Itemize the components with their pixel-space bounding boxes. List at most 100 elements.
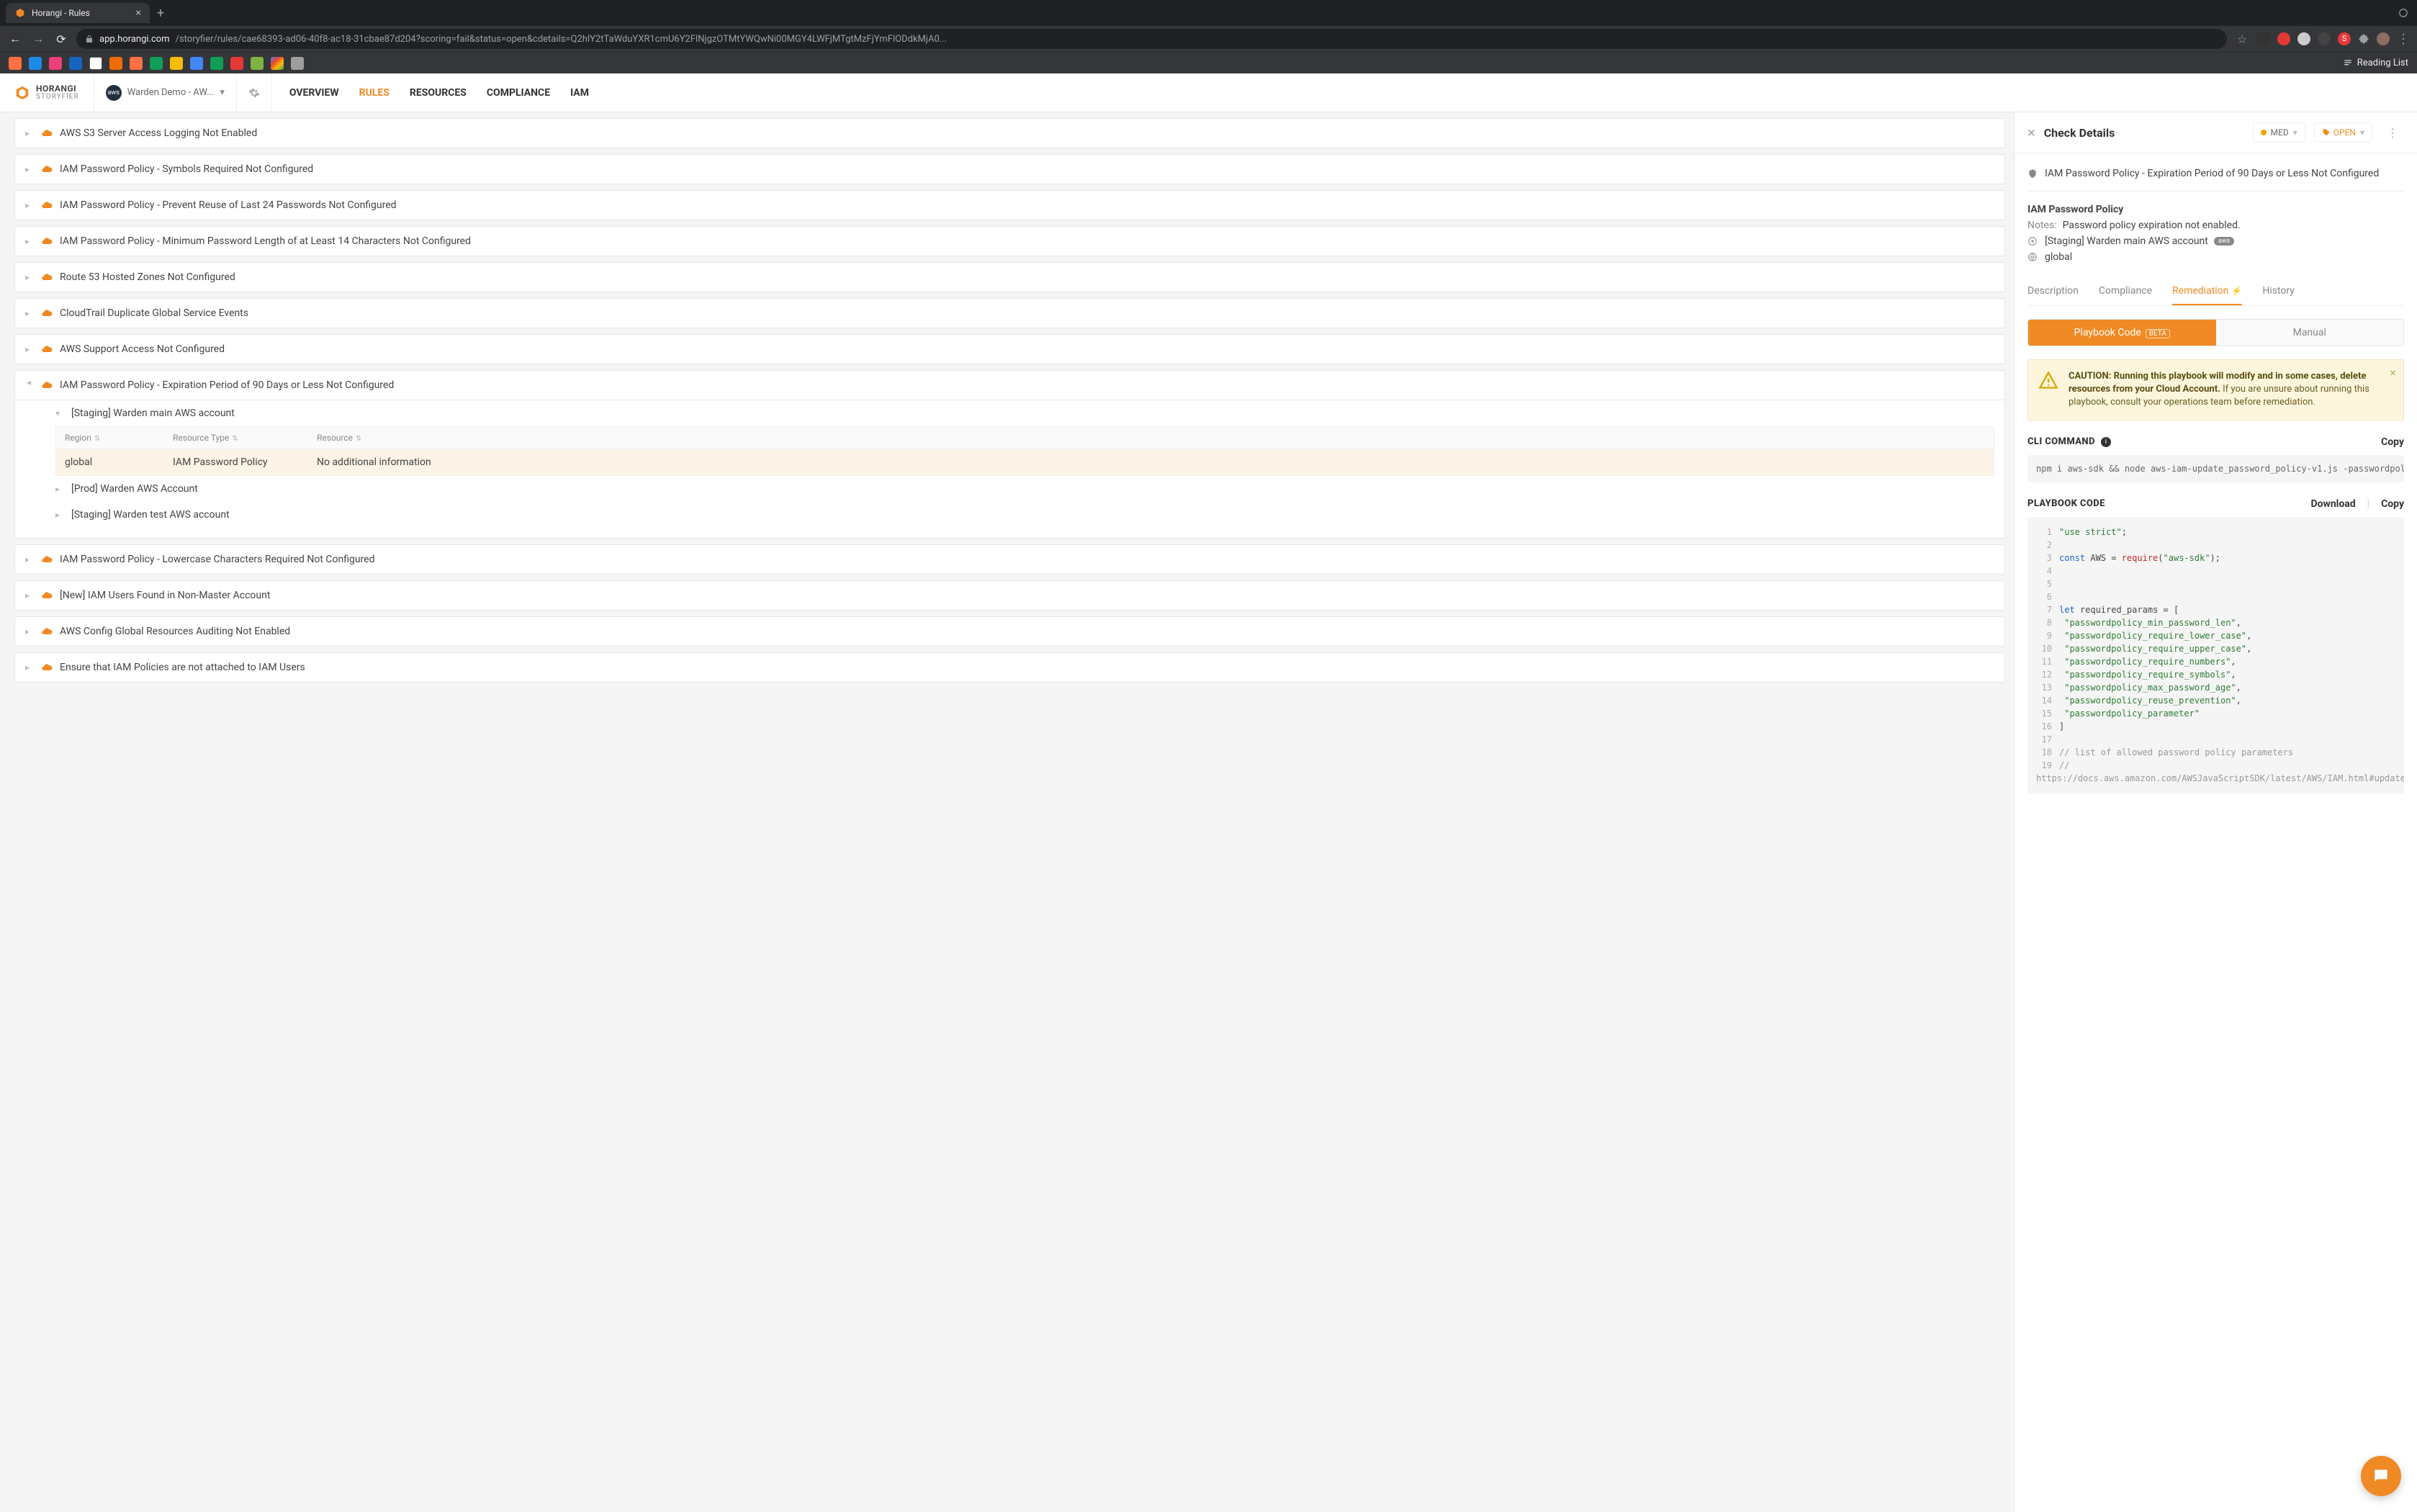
- account-name: [Staging] Warden main AWS account: [2045, 235, 2208, 247]
- bookmark-icon[interactable]: [69, 57, 82, 70]
- chevron-right-icon: ▸: [25, 344, 34, 354]
- settings-button[interactable]: [237, 73, 272, 112]
- account-row[interactable]: ▸ [Staging] Warden test AWS account: [55, 502, 1994, 528]
- segment-playbook[interactable]: Playbook CodeBETA: [2028, 320, 2216, 346]
- chrome-window-controls: [2390, 8, 2417, 18]
- col-region[interactable]: Region⇅: [65, 433, 166, 443]
- segment-manual[interactable]: Manual: [2216, 320, 2404, 346]
- remediation-mode-segment: Playbook CodeBETA Manual: [2027, 319, 2404, 346]
- extensions-menu-icon[interactable]: [2358, 33, 2369, 45]
- playbook-code-box[interactable]: 1"use strict";23const AWS = require("aws…: [2027, 517, 2404, 793]
- bookmark-icon[interactable]: [49, 57, 62, 70]
- bookmark-icon[interactable]: [210, 57, 223, 70]
- new-tab-button[interactable]: +: [150, 6, 171, 21]
- bookmark-icon[interactable]: [251, 57, 264, 70]
- url-domain: app.horangi.com: [99, 34, 170, 45]
- ext-icon[interactable]: [2297, 32, 2310, 45]
- close-panel-button[interactable]: ×: [2027, 124, 2035, 141]
- tab-resources[interactable]: RESOURCES: [410, 87, 467, 99]
- bookmark-folder-icon[interactable]: [291, 57, 304, 70]
- bookmark-icon[interactable]: [89, 57, 102, 70]
- bolt-icon: ⚡: [2231, 286, 2242, 296]
- tab-rules[interactable]: RULES: [359, 87, 390, 99]
- status-pill[interactable]: OPEN ▾: [2314, 122, 2372, 143]
- col-resource-type[interactable]: Resource Type⇅: [173, 433, 310, 443]
- bookmark-icon[interactable]: [190, 57, 203, 70]
- rule-row[interactable]: ▸ Ensure that IAM Policies are not attac…: [14, 652, 2005, 683]
- table-header: Region⇅ Resource Type⇅ Resource⇅: [55, 426, 1994, 449]
- detail-title: IAM Password Policy - Expiration Period …: [2045, 168, 2379, 179]
- rule-row[interactable]: ▸ IAM Password Policy - Symbols Required…: [14, 154, 2005, 184]
- bookmark-icon[interactable]: [230, 57, 243, 70]
- address-bar[interactable]: app.horangi.com/storyfier/rules/cae68393…: [76, 29, 2227, 49]
- ext-icon[interactable]: [2318, 32, 2331, 45]
- cell-resource-type: IAM Password Policy: [173, 456, 310, 468]
- ext-icon[interactable]: [2277, 32, 2290, 45]
- cell-region: global: [65, 456, 166, 468]
- environment-selector[interactable]: aws Warden Demo - AW... ▾: [94, 73, 237, 112]
- chevron-right-icon: ▸: [25, 590, 34, 600]
- rule-row-expanded[interactable]: ▾ IAM Password Policy - Expiration Perio…: [14, 370, 2005, 400]
- rule-row[interactable]: ▸ IAM Password Policy - Lowercase Charac…: [14, 544, 2005, 575]
- bookmark-icon[interactable]: [29, 57, 42, 70]
- tag-icon: OPEN: [2322, 127, 2356, 138]
- bookmark-star-icon[interactable]: ☆: [2234, 32, 2250, 46]
- account-row[interactable]: ▸ [Prod] Warden AWS Account: [55, 476, 1994, 502]
- cloud-icon: [41, 554, 53, 565]
- tab-iam[interactable]: IAM: [570, 87, 589, 99]
- chrome-menu-icon[interactable]: ⋮: [2397, 32, 2410, 47]
- warning-icon: [2038, 370, 2058, 410]
- check-details-panel: × Check Details MED ▾ OPEN ▾ ⋮: [2014, 112, 2417, 1512]
- browser-tab[interactable]: Horangi - Rules ×: [6, 3, 150, 23]
- cli-command-box[interactable]: npm i aws-sdk && node aws-iam-update_pas…: [2027, 455, 2404, 482]
- bookmark-icon[interactable]: [150, 57, 163, 70]
- back-button[interactable]: ←: [7, 32, 23, 46]
- cloud-icon: [41, 626, 53, 637]
- logo[interactable]: HORANGI STORYFIER: [0, 73, 94, 112]
- tab-description[interactable]: Description: [2027, 278, 2079, 305]
- browser-chrome: Horangi - Rules × + ← → ⟳ app.horangi.co…: [0, 0, 2417, 73]
- tab-overview[interactable]: OVERVIEW: [289, 87, 339, 99]
- rule-row[interactable]: ▸ IAM Password Policy - Prevent Reuse of…: [14, 190, 2005, 220]
- status-label: OPEN: [2333, 127, 2356, 138]
- profile-avatar[interactable]: [2377, 32, 2390, 45]
- rules-list: ▸ AWS S3 Server Access Logging Not Enabl…: [0, 112, 2014, 1512]
- severity-pill[interactable]: MED ▾: [2253, 122, 2305, 143]
- bookmark-icon[interactable]: [170, 57, 183, 70]
- ext-icon[interactable]: S: [2338, 32, 2351, 45]
- chat-fab[interactable]: [2361, 1456, 2401, 1496]
- rule-row[interactable]: ▸ AWS Support Access Not Configured: [14, 334, 2005, 364]
- ext-icon[interactable]: [2257, 32, 2270, 45]
- bookmark-icon[interactable]: [130, 57, 143, 70]
- chevron-right-icon: ▸: [55, 484, 64, 494]
- rule-row[interactable]: ▸ Route 53 Hosted Zones Not Configured: [14, 262, 2005, 292]
- rule-row[interactable]: ▸ [New] IAM Users Found in Non-Master Ac…: [14, 580, 2005, 611]
- bookmark-icon[interactable]: [9, 57, 22, 70]
- account-row[interactable]: ▾ [Staging] Warden main AWS account: [55, 400, 1994, 426]
- copy-code-button[interactable]: Copy: [2381, 498, 2404, 510]
- panel-menu-button[interactable]: ⋮: [2381, 123, 2404, 143]
- dismiss-caution-button[interactable]: ×: [2390, 366, 2396, 379]
- bookmark-icon[interactable]: [271, 57, 284, 70]
- col-resource[interactable]: Resource⇅: [317, 433, 1985, 443]
- table-row[interactable]: global IAM Password Policy No additional…: [55, 449, 1994, 476]
- rule-row[interactable]: ▸ AWS S3 Server Access Logging Not Enabl…: [14, 118, 2005, 148]
- logo-text: HORANGI STORYFIER: [36, 84, 79, 101]
- reading-list-button[interactable]: Reading List: [2343, 58, 2408, 68]
- tab-compliance[interactable]: COMPLIANCE: [487, 87, 550, 99]
- rule-row[interactable]: ▸ AWS Config Global Resources Auditing N…: [14, 616, 2005, 647]
- tab-compliance[interactable]: Compliance: [2099, 278, 2152, 305]
- tab-remediation[interactable]: Remediation⚡: [2172, 278, 2242, 305]
- info-icon[interactable]: i: [2101, 437, 2111, 447]
- rule-row[interactable]: ▸ IAM Password Policy - Minimum Password…: [14, 226, 2005, 256]
- bookmark-icon[interactable]: [109, 57, 122, 70]
- copy-cli-button[interactable]: Copy: [2381, 436, 2404, 448]
- reload-button[interactable]: ⟳: [53, 32, 69, 46]
- tab-close-icon[interactable]: ×: [136, 7, 141, 19]
- download-code-button[interactable]: Download: [2311, 498, 2356, 510]
- rule-title: IAM Password Policy - Symbols Required N…: [60, 163, 313, 175]
- tab-history[interactable]: History: [2262, 278, 2295, 305]
- rule-row[interactable]: ▸ CloudTrail Duplicate Global Service Ev…: [14, 298, 2005, 328]
- chevron-right-icon: ▸: [25, 626, 34, 636]
- forward-button[interactable]: →: [30, 32, 46, 46]
